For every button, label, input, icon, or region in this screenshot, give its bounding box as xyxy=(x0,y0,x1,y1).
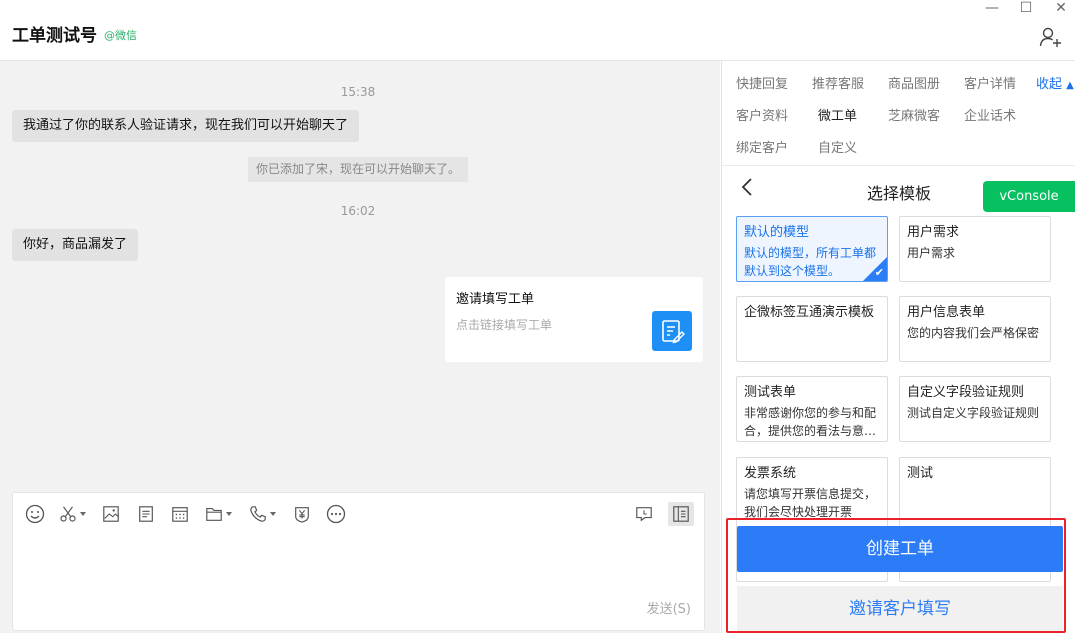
create-work-order-button[interactable]: 创建工单 xyxy=(737,526,1063,572)
template-name: 用户信息表单 xyxy=(907,305,986,320)
template-card[interactable]: 自定义字段验证规则 测试自定义字段验证规则 xyxy=(899,376,1051,442)
template-desc: 请您填写开票信息提交，我们会尽快处理开票 xyxy=(744,487,877,519)
chat-history-icon[interactable] xyxy=(635,502,661,526)
screenshot-icon[interactable] xyxy=(59,502,93,526)
sidebar-toggle-icon[interactable] xyxy=(668,502,694,526)
close-button[interactable]: ✕ xyxy=(1046,0,1075,18)
template-name: 发票系统 xyxy=(744,466,797,481)
form-edit-icon xyxy=(652,311,692,351)
tab-quick-reply[interactable]: 快捷回复 xyxy=(736,73,788,92)
card-subtitle: 点击链接填写工单 xyxy=(456,318,553,332)
source-tag: @微信 xyxy=(104,29,137,42)
more-icon[interactable] xyxy=(326,502,352,526)
collapse-button[interactable]: 收起 ▲ xyxy=(1036,73,1074,92)
phone-icon[interactable] xyxy=(249,502,283,526)
tab-customer-detail[interactable]: 客户详情 xyxy=(964,73,1016,92)
card-title: 邀请填写工单 xyxy=(456,292,535,307)
panel-tabs: 快捷回复 推荐客服 商品图册 客户详情 收起 ▲ 客户资料 微工单 芝麻微客 企… xyxy=(722,61,1075,166)
image-icon[interactable] xyxy=(102,502,128,526)
chat-title: 工单测试号 xyxy=(12,26,97,46)
send-button[interactable]: 发送(S) xyxy=(647,598,691,617)
template-card-default[interactable]: 默认的模型 默认的模型，所有工单都默认到这个模型。 ✔ xyxy=(736,216,888,282)
template-name: 自定义字段验证规则 xyxy=(907,385,1025,400)
chevron-down-icon[interactable] xyxy=(80,512,86,516)
template-name: 测试表单 xyxy=(744,385,797,400)
tab-zhima-weike[interactable]: 芝麻微客 xyxy=(888,105,940,124)
chevron-down-icon[interactable] xyxy=(270,512,276,516)
maximize-button[interactable]: ☐ xyxy=(1011,0,1041,18)
chevron-up-icon: ▲ xyxy=(1066,80,1074,91)
document-icon[interactable] xyxy=(137,502,163,526)
template-card[interactable]: 用户需求 用户需求 xyxy=(899,216,1051,282)
collapse-label: 收起 xyxy=(1036,77,1063,92)
invite-customer-fill-button[interactable]: 邀请客户填写 xyxy=(737,586,1063,632)
message-composer[interactable]: 发送(S) xyxy=(12,492,705,631)
template-name: 企微标签互通演示模板 xyxy=(744,305,875,320)
timestamp: 16:02 xyxy=(340,204,376,218)
template-desc: 用户需求 xyxy=(907,246,956,260)
tab-customer-profile[interactable]: 客户资料 xyxy=(736,105,788,124)
emoji-icon[interactable] xyxy=(25,502,51,526)
system-message: 你已添加了宋，现在可以开始聊天了。 xyxy=(248,157,468,182)
payment-icon[interactable] xyxy=(293,502,319,526)
template-card[interactable]: 测试表单 非常感谢你您的参与和配合，提供您的看法与意… xyxy=(736,376,888,442)
template-desc: 测试自定义字段验证规则 xyxy=(907,406,1040,420)
tab-recommend-service[interactable]: 推荐客服 xyxy=(812,73,864,92)
template-desc: 非常感谢你您的参与和配合，提供您的看法与意… xyxy=(744,406,877,438)
template-card[interactable]: 用户信息表单 您的内容我们会严格保密 xyxy=(899,296,1051,362)
tab-custom[interactable]: 自定义 xyxy=(818,137,857,156)
vconsole-button[interactable]: vConsole xyxy=(983,181,1075,212)
template-name: 用户需求 xyxy=(907,225,960,240)
check-icon: ✔ xyxy=(874,266,884,279)
work-order-link-card[interactable]: 邀请填写工单 点击链接填写工单 xyxy=(445,277,703,362)
chevron-down-icon[interactable] xyxy=(226,512,232,516)
incoming-message[interactable]: 我通过了你的联系人验证请求，现在我们可以开始聊天了 xyxy=(12,110,360,142)
calendar-icon[interactable] xyxy=(171,502,197,526)
template-name: 默认的模型 xyxy=(744,225,810,240)
minimize-button[interactable]: — xyxy=(977,0,1007,18)
incoming-message[interactable]: 你好，商品漏发了 xyxy=(12,229,139,261)
template-name: 测试 xyxy=(907,466,934,481)
add-contact-icon[interactable] xyxy=(1039,26,1063,48)
tab-product-album[interactable]: 商品图册 xyxy=(888,73,940,92)
tab-micro-work-order[interactable]: 微工单 xyxy=(818,105,857,124)
template-card[interactable]: 企微标签互通演示模板 xyxy=(736,296,888,362)
tab-bind-customer[interactable]: 绑定客户 xyxy=(736,137,788,156)
timestamp: 15:38 xyxy=(340,85,376,99)
template-desc: 默认的模型，所有工单都默认到这个模型。 xyxy=(744,246,877,278)
template-desc: 您的内容我们会严格保密 xyxy=(907,326,1040,340)
folder-icon[interactable] xyxy=(205,502,239,526)
title-bar: 工单测试号 @微信 — ☐ ✕ xyxy=(0,0,1075,61)
tab-enterprise-script[interactable]: 企业话术 xyxy=(964,105,1016,124)
